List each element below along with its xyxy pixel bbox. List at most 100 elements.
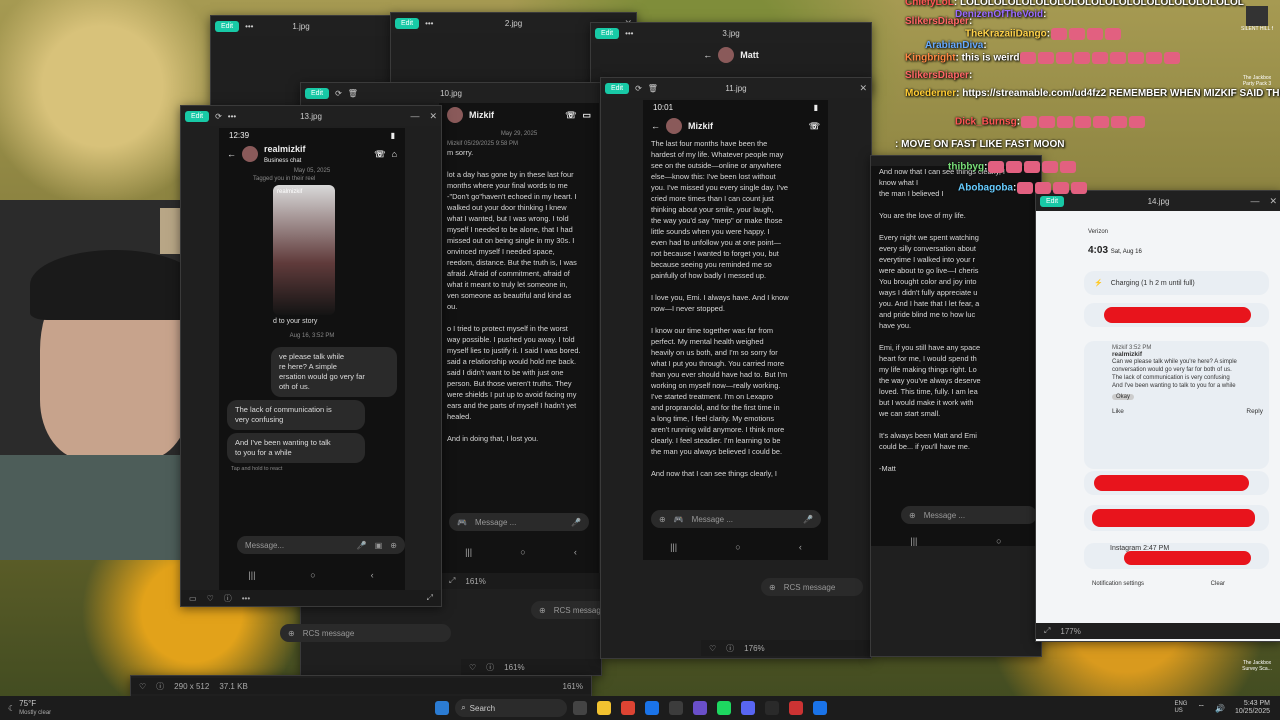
add-icon: ⊕	[769, 582, 776, 592]
file-explorer-icon[interactable]	[597, 701, 612, 715]
edit-button[interactable]: Edit	[605, 82, 630, 94]
desktop-shortcut-jackbox[interactable]: The Jackbox Party Pack 3	[1240, 75, 1274, 87]
favorite-icon[interactable]: ♡	[709, 644, 716, 653]
info-icon[interactable]: ⓘ	[726, 643, 734, 654]
favorite-icon[interactable]: ♡	[207, 594, 214, 603]
back-arrow-icon[interactable]: ←	[703, 50, 712, 60]
message-input[interactable]: ⊕ Message ...	[901, 506, 1037, 524]
rotate-icon[interactable]: ⟳	[635, 84, 642, 93]
more-icon[interactable]: •••	[425, 19, 433, 28]
home-icon: ○	[520, 547, 526, 557]
obs-icon[interactable]	[693, 701, 708, 715]
okay-button[interactable]: Okay	[1112, 394, 1134, 400]
image-icon[interactable]: ▣	[375, 541, 383, 550]
back-arrow-icon[interactable]: ←	[651, 121, 660, 131]
settings-icon[interactable]	[669, 701, 684, 715]
desktop-shortcut-silent-hill[interactable]: SILENT HILL f	[1240, 6, 1274, 32]
edit-button[interactable]: Edit	[215, 20, 240, 32]
message-input[interactable]: ⊕ 🎮 Message ... 🎤	[651, 510, 821, 528]
like-button[interactable]: Like	[1112, 408, 1124, 415]
android-navbar[interactable]: ||| ○	[871, 534, 1041, 548]
discord-icon[interactable]	[741, 701, 756, 715]
phone-icon[interactable]: ☏	[374, 149, 385, 160]
add-icon[interactable]: ⊕	[390, 541, 397, 550]
mic-icon[interactable]: 🎤	[357, 541, 367, 550]
back-icon: ‹	[370, 570, 374, 580]
close-icon[interactable]: ✕	[859, 83, 867, 94]
spotify-icon[interactable]	[717, 701, 732, 715]
info-icon[interactable]: ⓘ	[486, 662, 494, 673]
story-label: d to your story	[273, 318, 318, 325]
contact-name: Matt	[740, 50, 759, 60]
rcs-input[interactable]: ⊕ RCS message	[280, 624, 451, 642]
weather-widget[interactable]: ☾ 75°F Mostly clear	[0, 699, 51, 717]
taskbar-search[interactable]: ⌕ Search	[455, 699, 568, 717]
edit-button[interactable]: Edit	[395, 17, 420, 29]
back-arrow-icon[interactable]: ←	[227, 149, 236, 159]
wifi-icon[interactable]: ⌔	[1197, 703, 1205, 713]
reel-thumbnail[interactable]: realmizkif	[273, 185, 335, 315]
task-view-icon[interactable]	[573, 701, 588, 715]
favorite-icon[interactable]: ♡	[469, 663, 476, 672]
close-icon[interactable]: ✕	[429, 111, 437, 122]
video-icon[interactable]: ▭	[582, 110, 591, 121]
more-icon[interactable]: •••	[228, 112, 236, 121]
minimize-icon[interactable]: —	[410, 111, 419, 122]
android-navbar[interactable]: ||| ○ ‹	[221, 568, 401, 582]
photos-icon[interactable]	[645, 701, 660, 715]
phone-icon[interactable]: ☏	[809, 121, 820, 132]
mic-icon[interactable]: 🎤	[571, 518, 581, 527]
image-window-13[interactable]: Edit ⟳ ••• 13.jpg — ✕ 12:39 ▮ ← realmizkif Busin…	[180, 105, 442, 607]
mic-icon[interactable]: 🎤	[803, 515, 813, 524]
edit-button[interactable]: Edit	[305, 87, 330, 99]
edit-button[interactable]: Edit	[595, 27, 620, 39]
zoom-fit-icon[interactable]: ⤢	[427, 593, 433, 603]
avatar	[718, 47, 735, 63]
add-icon: ⊕	[288, 628, 295, 638]
message-input[interactable]: Message... 🎤 ▣ ⊕	[237, 536, 405, 554]
language-indicator[interactable]: ENG US	[1174, 701, 1187, 715]
rotate-icon[interactable]: ⟳	[215, 112, 222, 121]
delete-icon[interactable]: 🗑	[648, 84, 658, 93]
android-navbar[interactable]: ||| ○ ‹	[641, 540, 831, 554]
mizkif-notification[interactable]: Mizkif 3:52 PM realmizkif Can we please …	[1084, 341, 1269, 469]
desktop-shortcut-jackbox-survey[interactable]: The Jackbox Survey Sca...	[1240, 660, 1274, 672]
minimize-icon[interactable]: —	[1250, 196, 1259, 207]
image-window-11[interactable]: Edit ⟳ 🗑 11.jpg ✕ 10:01 ▮ ← Mizkif ☏ The last f…	[600, 77, 872, 659]
image-window-14[interactable]: Edit 14.jpg — ✕ Verizon 4:03 Sat, Aug 16 ⚡ C…	[1035, 190, 1280, 642]
start-icon[interactable]	[435, 701, 450, 715]
app-icon[interactable]	[789, 701, 804, 715]
delete-icon[interactable]: 🗑	[348, 89, 358, 98]
edit-button[interactable]: Edit	[185, 110, 210, 122]
clock[interactable]: 5:43 PM 10/25/2025	[1235, 700, 1270, 716]
more-icon[interactable]: •••	[242, 594, 250, 603]
gallery-app-icon[interactable]	[813, 701, 828, 715]
message-bubble: The lack of communication is very confus…	[227, 400, 365, 430]
close-icon[interactable]: ✕	[1269, 196, 1277, 207]
rcs-input[interactable]: ⊕ RCS message	[761, 578, 863, 596]
instagram-notification[interactable]: Instagram 2:47 PM	[1084, 543, 1269, 569]
rcs-input[interactable]: ⊕ RCS message	[531, 601, 601, 619]
rotate-icon[interactable]: ⟳	[335, 89, 342, 98]
charging-notification[interactable]: ⚡ Charging (1 h 2 m until full)	[1084, 271, 1269, 295]
notification-settings-link[interactable]: Notification settings	[1092, 581, 1144, 587]
more-icon[interactable]: •••	[245, 22, 253, 31]
steam-icon[interactable]	[765, 701, 780, 715]
gallery-icon[interactable]: ▭	[189, 594, 197, 603]
reply-button[interactable]: Reply	[1246, 408, 1263, 415]
more-icon[interactable]: •••	[625, 29, 633, 38]
message-input[interactable]: 🎮 Message ... 🎤	[449, 513, 589, 531]
home-icon: ○	[310, 570, 316, 580]
phone-icon[interactable]: ☏	[565, 110, 576, 121]
tag-icon[interactable]: ⌂	[392, 149, 397, 159]
window-title: 10.jpg	[440, 88, 462, 98]
android-navbar[interactable]: ||| ○ ‹	[441, 545, 601, 559]
edit-button[interactable]: Edit	[1040, 195, 1065, 207]
game-icon: 🎮	[457, 517, 467, 527]
info-icon[interactable]: ⓘ	[224, 593, 232, 604]
bolt-icon: ⚡	[1094, 280, 1103, 287]
clear-button[interactable]: Clear	[1211, 581, 1225, 587]
chrome-icon[interactable]	[621, 701, 636, 715]
image-window-letter-end[interactable]: And now that I can see things clearly, I…	[870, 155, 1042, 657]
volume-icon[interactable]: 🔊	[1215, 704, 1225, 713]
